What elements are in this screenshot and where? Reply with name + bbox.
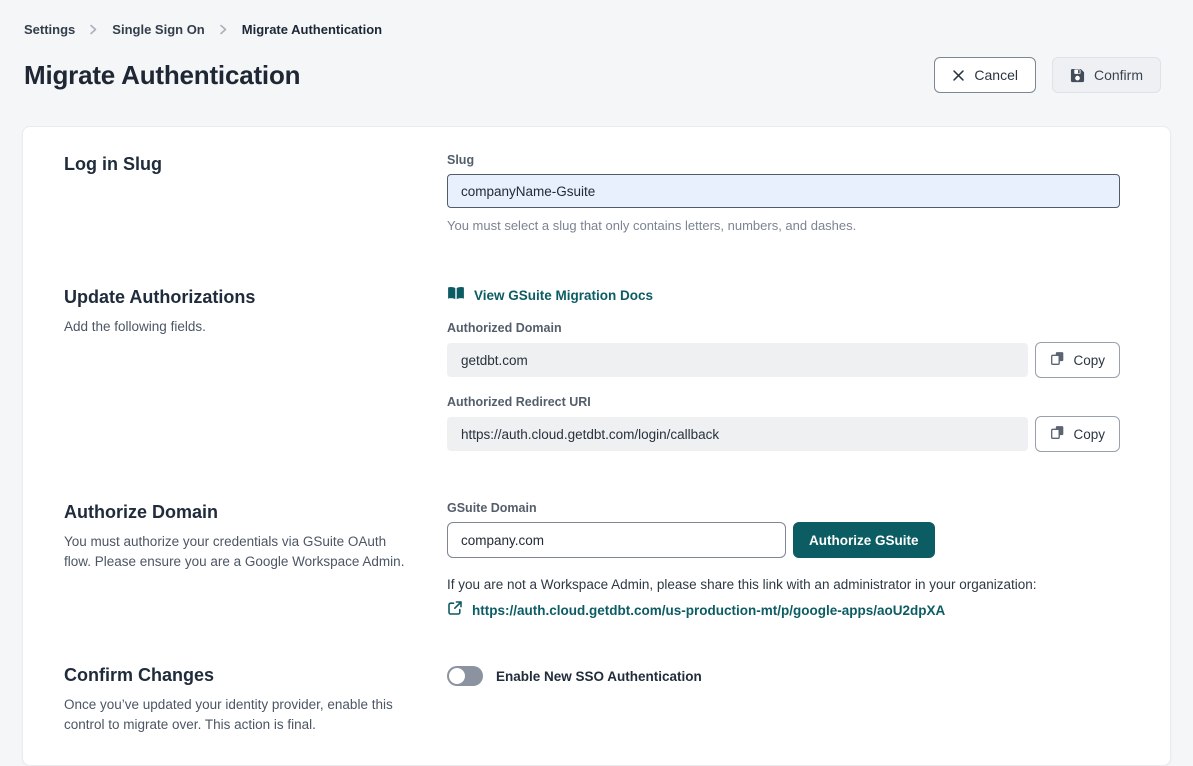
book-icon	[447, 286, 465, 304]
close-icon	[952, 69, 965, 82]
update-authorizations-description: Add the following fields.	[64, 317, 416, 337]
copy-button-label: Copy	[1073, 427, 1105, 442]
gsuite-domain-input[interactable]	[447, 522, 786, 558]
authorized-domain-row: getdbt.com Copy	[447, 342, 1120, 378]
page-title: Migrate Authentication	[24, 60, 300, 91]
external-link-icon	[447, 600, 463, 621]
copy-button-label: Copy	[1073, 353, 1105, 368]
title-row: Migrate Authentication Cancel Confirm	[24, 57, 1161, 93]
copy-icon	[1050, 351, 1065, 369]
toggle-knob	[449, 668, 465, 684]
section-update-authorizations: Update Authorizations Add the following …	[64, 286, 1120, 452]
cancel-button[interactable]: Cancel	[934, 57, 1036, 93]
page-header: Settings Single Sign On Migrate Authenti…	[0, 0, 1193, 93]
cancel-button-label: Cancel	[974, 67, 1018, 83]
slug-helper-text: You must select a slug that only contain…	[447, 218, 1120, 233]
confirm-button[interactable]: Confirm	[1052, 57, 1161, 93]
authorized-domain-label: Authorized Domain	[447, 321, 1120, 335]
breadcrumb: Settings Single Sign On Migrate Authenti…	[24, 22, 1161, 37]
copy-authorized-domain-button[interactable]: Copy	[1035, 342, 1120, 378]
chevron-right-icon	[219, 23, 228, 36]
authorized-domain-value: getdbt.com	[447, 343, 1028, 377]
section-authorize-domain: Authorize Domain You must authorize your…	[64, 501, 1120, 621]
breadcrumb-single-sign-on[interactable]: Single Sign On	[112, 22, 204, 37]
login-slug-heading: Log in Slug	[64, 153, 417, 175]
sso-toggle-row: Enable New SSO Authentication	[447, 666, 1120, 686]
breadcrumb-migrate-authentication: Migrate Authentication	[242, 22, 382, 37]
settings-card: Log in Slug Slug You must select a slug …	[22, 126, 1171, 766]
copy-icon	[1050, 425, 1065, 443]
slug-label: Slug	[447, 153, 1120, 167]
authorize-gsuite-button[interactable]: Authorize GSuite	[793, 522, 935, 558]
save-icon	[1070, 68, 1085, 83]
chevron-right-icon	[89, 23, 98, 36]
slug-input[interactable]	[447, 174, 1120, 208]
authorize-domain-description: You must authorize your credentials via …	[64, 532, 416, 572]
authorize-row: Authorize GSuite	[447, 522, 1120, 558]
section-confirm-changes: Confirm Changes Once you’ve updated your…	[64, 664, 1120, 735]
gsuite-migration-docs-link[interactable]: View GSuite Migration Docs	[447, 286, 653, 304]
enable-sso-toggle-label: Enable New SSO Authentication	[496, 669, 702, 684]
redirect-uri-label: Authorized Redirect URI	[447, 395, 1120, 409]
confirm-button-label: Confirm	[1094, 67, 1143, 83]
section-login-slug: Log in Slug Slug You must select a slug …	[64, 153, 1120, 233]
gsuite-domain-label: GSuite Domain	[447, 501, 1120, 515]
admin-share-link[interactable]: https://auth.cloud.getdbt.com/us-product…	[472, 603, 945, 618]
gsuite-migration-docs-link-label: View GSuite Migration Docs	[474, 288, 653, 303]
header-actions: Cancel Confirm	[934, 57, 1161, 93]
breadcrumb-settings[interactable]: Settings	[24, 22, 75, 37]
confirm-changes-description: Once you’ve updated your identity provid…	[64, 695, 416, 735]
redirect-uri-value: https://auth.cloud.getdbt.com/login/call…	[447, 417, 1028, 451]
admin-share-link-row: https://auth.cloud.getdbt.com/us-product…	[447, 600, 1120, 621]
enable-sso-toggle[interactable]	[447, 666, 483, 686]
copy-redirect-uri-button[interactable]: Copy	[1035, 416, 1120, 452]
confirm-changes-heading: Confirm Changes	[64, 664, 417, 686]
authorize-domain-heading: Authorize Domain	[64, 501, 417, 523]
redirect-uri-row: https://auth.cloud.getdbt.com/login/call…	[447, 416, 1120, 452]
workspace-admin-note: If you are not a Workspace Admin, please…	[447, 575, 1120, 594]
update-authorizations-heading: Update Authorizations	[64, 286, 417, 308]
